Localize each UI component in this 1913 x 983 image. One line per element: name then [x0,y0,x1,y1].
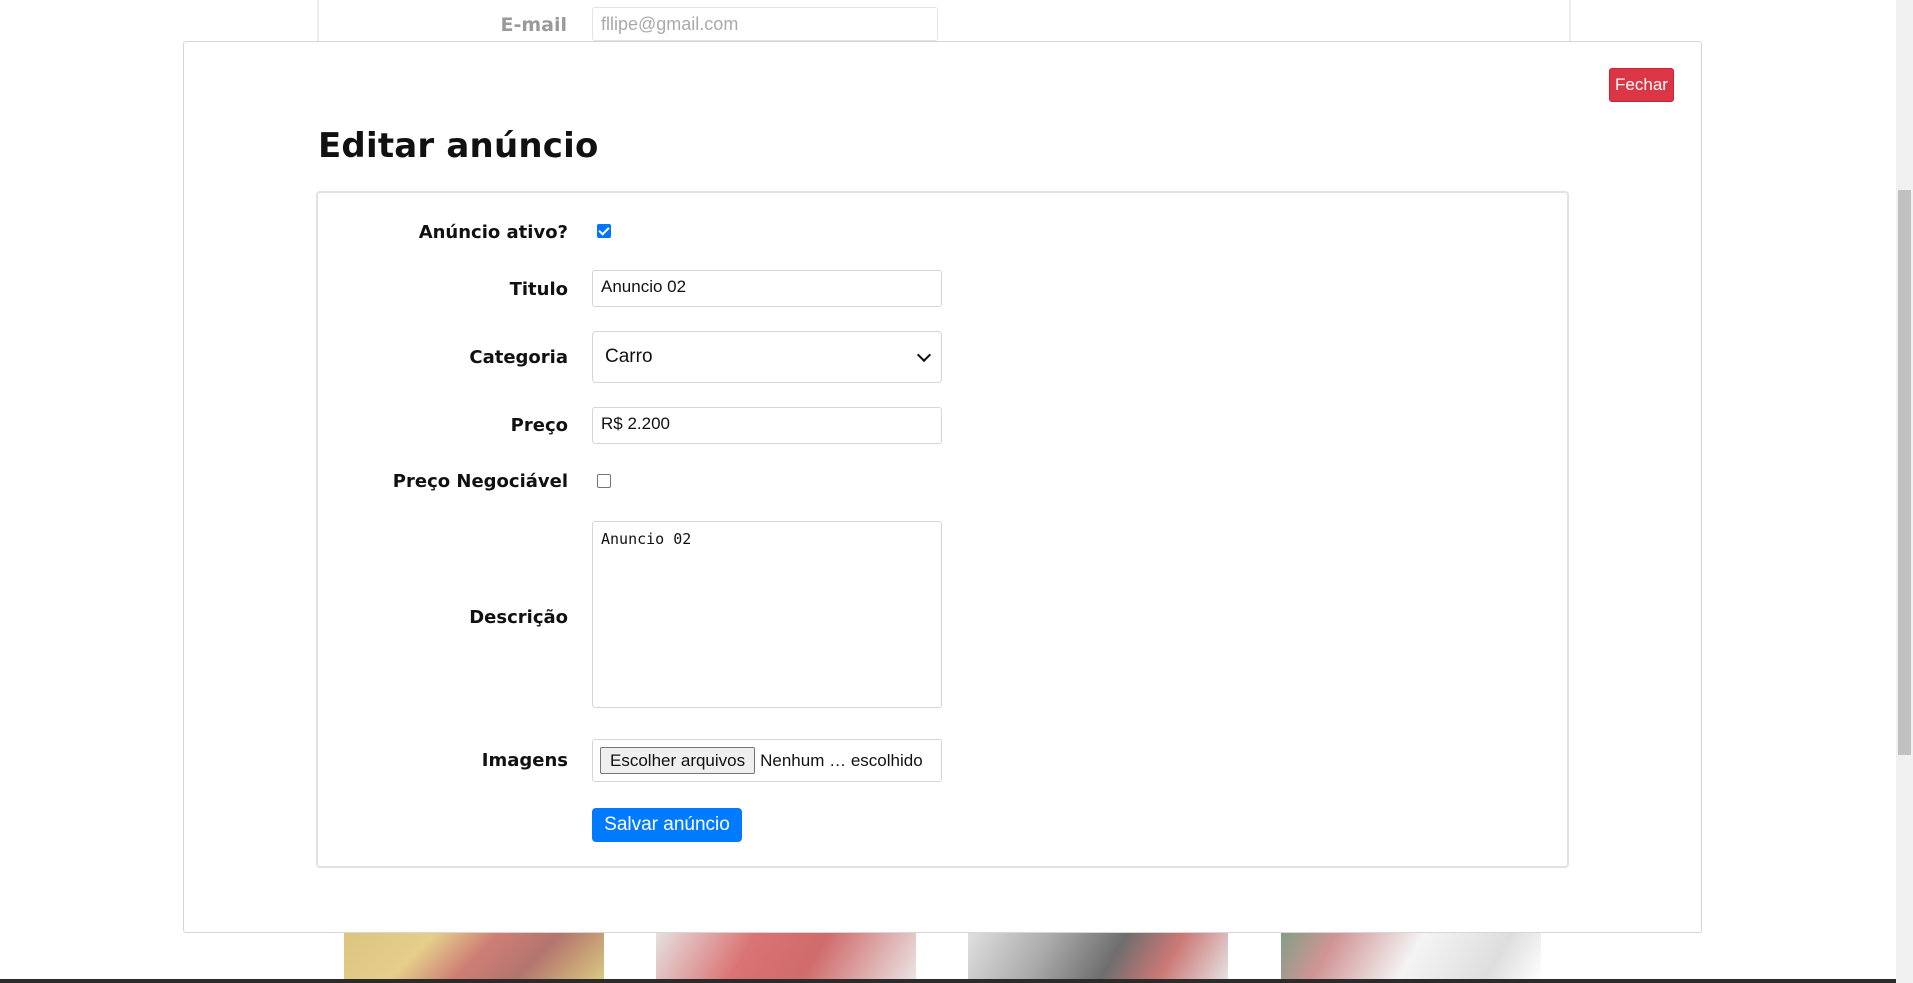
scrollbar-thumb[interactable] [1898,190,1911,755]
save-listing-button[interactable]: Salvar anúncio [592,808,742,842]
background-listing-image[interactable] [1281,932,1541,983]
background-email-input[interactable]: fllipe@gmail.com [592,7,938,41]
page: E-mail fllipe@gmail.com Fechar Editar an… [0,0,1913,983]
active-checkbox[interactable] [597,224,611,238]
background-listing-image[interactable] [656,932,916,983]
background-listing-image[interactable] [344,932,604,983]
category-select[interactable]: Carro [592,331,942,383]
active-label: Anúncio ativo? [418,222,568,243]
file-status-text: Nenhum … escolhido [760,750,923,770]
category-label: Categoria [469,347,568,368]
background-email-label: E-mail [500,14,567,36]
images-file-input[interactable]: Escolher arquivos Nenhum … escolhido [592,739,942,782]
background-listing-image[interactable] [968,932,1228,983]
price-label: Preço [510,415,568,436]
price-input[interactable]: R$ 2.200 [592,407,942,444]
description-label: Descrição [469,607,568,628]
title-label: Titulo [509,279,568,300]
images-label: Imagens [481,750,568,771]
negotiable-checkbox[interactable] [597,474,611,488]
window-bottom-edge [0,979,1896,983]
vertical-scrollbar[interactable] [1896,0,1913,983]
description-textarea[interactable]: Anuncio 02 [592,521,942,708]
chevron-down-icon [916,347,932,363]
close-button[interactable]: Fechar [1609,68,1674,102]
category-selected-value: Carro [605,346,653,367]
negotiable-label: Preço Negociável [392,471,568,492]
title-input[interactable]: Anuncio 02 [592,270,942,307]
choose-files-button[interactable]: Escolher arquivos [600,747,756,774]
modal-title: Editar anúncio [318,126,599,166]
